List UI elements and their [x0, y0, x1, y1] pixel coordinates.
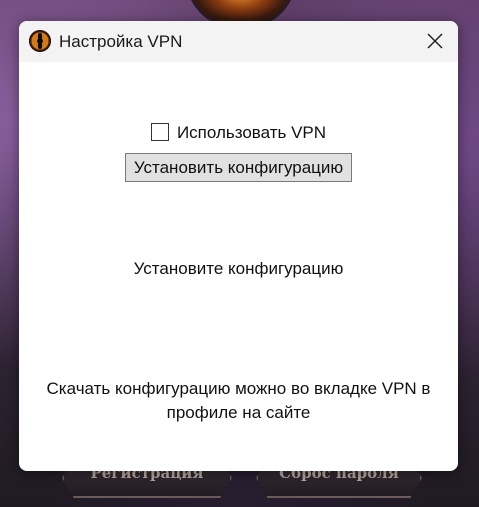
info-text: Скачать конфигурацию можно во вкладке VP…	[29, 377, 448, 425]
dialog-title: Настройка VPN	[59, 32, 183, 51]
use-vpn-checkbox[interactable]	[150, 123, 169, 141]
close-icon	[427, 33, 443, 49]
use-vpn-label[interactable]: Использовать VPN	[177, 123, 326, 142]
vpn-settings-dialog: Настройка VPN Использовать VPN Установит…	[19, 21, 458, 471]
install-config-button[interactable]: Установить конфигурацию	[125, 153, 352, 182]
use-vpn-row: Использовать VPN	[19, 123, 458, 143]
close-button[interactable]	[412, 21, 458, 62]
status-text: Установите конфигурацию	[133, 259, 344, 278]
dialog-titlebar: Настройка VPN	[19, 21, 458, 62]
app-eye-icon	[29, 30, 51, 52]
info-text-line2: профиле на сайте	[166, 403, 311, 422]
info-text-line1: Скачать конфигурацию можно во вкладке VP…	[46, 379, 431, 398]
